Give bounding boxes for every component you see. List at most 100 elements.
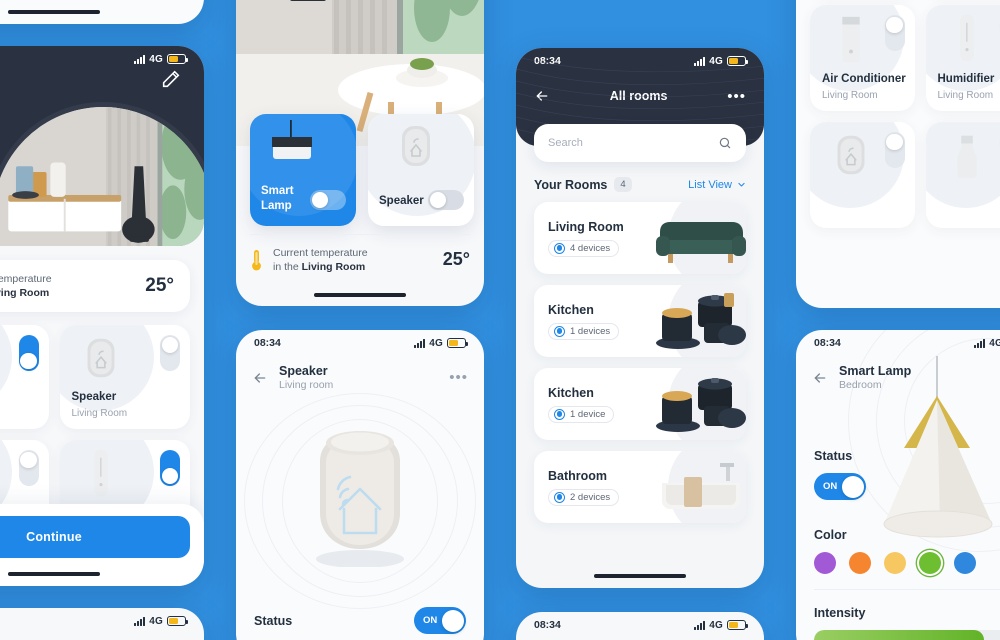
- signal-bars-icon: [413, 338, 426, 348]
- color-swatch-purple[interactable]: [814, 552, 836, 574]
- toggle-knob: [841, 475, 864, 498]
- living-room-photo-icon: [0, 107, 204, 246]
- more-dots-icon[interactable]: •••: [449, 370, 468, 385]
- temp-line-2-room: Living Room: [0, 287, 50, 299]
- temp-line-1: Current temperature: [0, 272, 52, 285]
- phone-room-detail: 08:34 4G: [0, 46, 204, 586]
- page-subtitle: Living room: [279, 379, 334, 391]
- speaker-icon: [402, 126, 430, 166]
- device-card-diffuser[interactable]: [925, 122, 1000, 228]
- phone-smart-lamp-detail: 08:34 4G Smart Lamp Bedroom Status ON Co…: [796, 330, 1000, 640]
- room-card-living-room[interactable]: Living Room 4 devices: [534, 202, 746, 274]
- partial-phone-bottom-center: 08:34 4G: [516, 612, 764, 640]
- list-view-selector[interactable]: List View: [688, 179, 746, 191]
- device-card-speaker-2[interactable]: [810, 122, 915, 228]
- search-box[interactable]: [534, 124, 746, 162]
- intensity-label: Intensity: [814, 606, 866, 620]
- temperature-card: Current temperature in the Living Room 2…: [0, 260, 190, 312]
- status-toggle[interactable]: ON: [814, 473, 866, 500]
- device-toggle[interactable]: [160, 335, 180, 371]
- status-toggle[interactable]: ON: [414, 607, 466, 634]
- room-hero: 08:34 4G: [0, 46, 204, 246]
- color-label: Color: [814, 528, 847, 542]
- color-swatch-green[interactable]: [919, 552, 941, 574]
- device-card-speaker[interactable]: Speaker Living Room: [59, 325, 190, 429]
- status-dot-icon: [554, 408, 565, 420]
- device-name-line1: Smart: [261, 185, 294, 198]
- device-card-row: Smart Lamp Speaker: [250, 114, 484, 226]
- home-indicator: [8, 10, 100, 14]
- device-name-line2: Lamp: [261, 199, 292, 212]
- temperature-label: Current temperature in the Living Room: [273, 246, 433, 274]
- device-toggle[interactable]: [18, 450, 39, 486]
- intensity-slider-wrap[interactable]: [796, 620, 1000, 640]
- status-label: Status: [254, 613, 293, 628]
- color-swatch-amber[interactable]: [884, 552, 906, 574]
- device-room: Living Room: [71, 408, 128, 419]
- page-title: Smart Lamp: [839, 364, 912, 378]
- speaker-icon: [87, 338, 114, 378]
- status-bar: 08:34 4G: [796, 330, 1000, 356]
- device-count-chip: 4 devices: [548, 239, 620, 257]
- status-time: 08:34: [254, 337, 281, 349]
- device-card-air-conditioner[interactable]: Air Conditioner Living Room: [810, 5, 915, 111]
- lamp-title-block: Smart Lamp Bedroom: [839, 364, 1000, 391]
- battery-icon: [727, 56, 749, 66]
- status-label: Status: [814, 449, 853, 463]
- battery-icon: [727, 620, 749, 630]
- sofa-icon: [656, 222, 746, 263]
- showcase-stage: 08:34 4G: [0, 0, 1000, 640]
- status-toggle-label: ON: [423, 615, 438, 626]
- status-toggle-label: ON: [823, 481, 838, 492]
- battery-icon: [167, 616, 189, 626]
- color-swatch-blue[interactable]: [954, 552, 976, 574]
- status-time: 08:34: [534, 619, 561, 631]
- status-indicators: 4G: [693, 619, 749, 631]
- intensity-slider-track[interactable]: [814, 630, 1000, 640]
- home-indicator: [314, 293, 406, 297]
- rooms-section-header: Your Rooms 4 List View: [516, 162, 764, 192]
- section-title: Your Rooms: [534, 177, 608, 192]
- room-card-kitchen-1[interactable]: Kitchen 1 devices: [534, 285, 746, 357]
- device-toggle[interactable]: [884, 15, 905, 51]
- device-card-speaker[interactable]: Speaker: [368, 114, 474, 226]
- signal-bars-icon: [133, 616, 146, 626]
- room-card-kitchen-2[interactable]: Kitchen 1 device: [534, 368, 746, 440]
- device-name: Speaker: [379, 194, 424, 207]
- page-subtitle: Bedroom: [839, 379, 882, 391]
- thermometer-icon: [252, 249, 261, 271]
- room-card-bathroom[interactable]: Bathroom 2 devices: [534, 451, 746, 523]
- device-toggle[interactable]: [310, 190, 346, 210]
- device-count-label: 4 devices: [570, 242, 611, 254]
- device-toggle[interactable]: [428, 190, 464, 210]
- device-toggle[interactable]: [884, 132, 905, 168]
- back-arrow-icon[interactable]: [252, 370, 268, 386]
- device-card-humidifier[interactable]: Humidifier Living Room: [925, 5, 1000, 111]
- continue-button[interactable]: Continue: [0, 516, 190, 558]
- network-label: 4G: [429, 337, 443, 349]
- pendant-lamp-icon: [272, 120, 312, 159]
- device-card-smart-lamp[interactable]: rt Lamp g Room: [0, 325, 49, 429]
- signal-bars-icon: [693, 620, 706, 630]
- page-title: Speaker: [279, 364, 328, 378]
- device-count-label: 1 device: [570, 408, 606, 420]
- color-swatch-row: [796, 542, 1000, 574]
- network-label: 4G: [989, 337, 1000, 349]
- device-toggle[interactable]: [18, 335, 39, 371]
- status-dot-icon: [554, 491, 565, 503]
- signal-bars-icon: [973, 338, 986, 348]
- device-toggle[interactable]: [160, 450, 180, 486]
- status-dot-icon: [554, 242, 565, 254]
- status-bar: 08:34 4G: [516, 612, 764, 638]
- network-label: 4G: [709, 619, 723, 631]
- status-time: 08:34: [814, 337, 841, 349]
- continue-dock: Continue: [0, 504, 204, 586]
- color-swatch-orange[interactable]: [849, 552, 871, 574]
- speaker-visual-stage: [236, 393, 484, 609]
- search-input[interactable]: [548, 137, 718, 149]
- back-arrow-icon[interactable]: [812, 370, 828, 386]
- intensity-slider-fill: [814, 630, 984, 640]
- device-card-smart-lamp[interactable]: Smart Lamp: [250, 114, 356, 226]
- search-icon[interactable]: [718, 136, 732, 150]
- edit-room-button[interactable]: [160, 68, 182, 90]
